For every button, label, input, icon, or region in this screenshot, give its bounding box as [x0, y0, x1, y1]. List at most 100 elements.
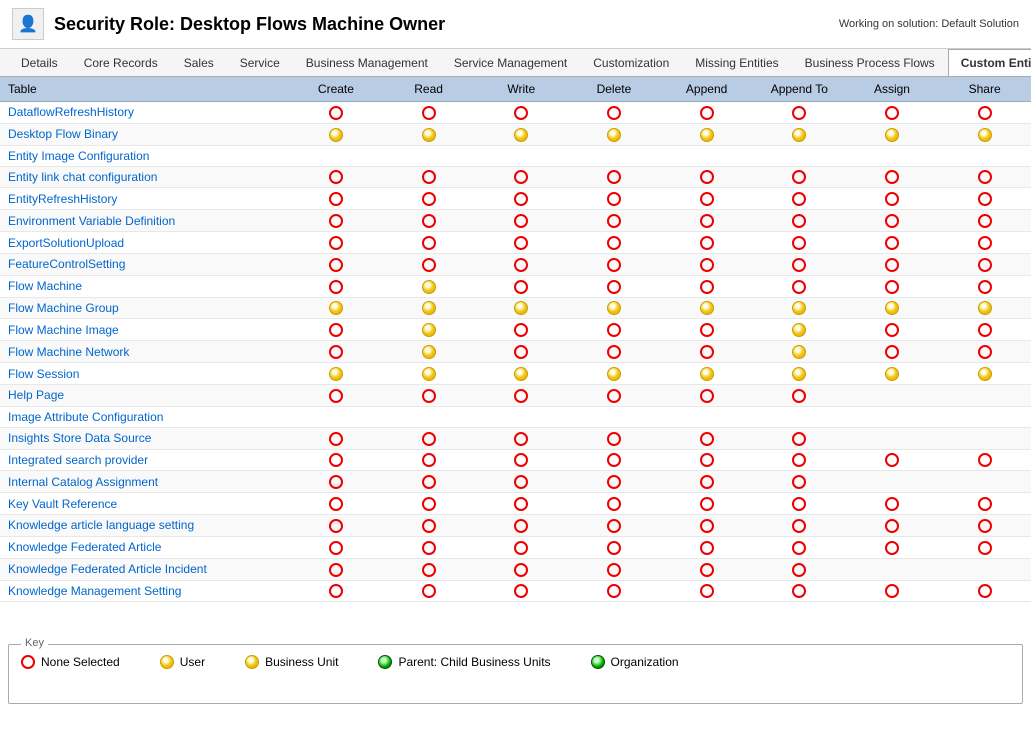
permission-cell[interactable] [382, 363, 475, 385]
permission-cell[interactable] [568, 188, 661, 210]
permission-cell[interactable] [568, 493, 661, 515]
permission-cell[interactable] [568, 341, 661, 363]
user-icon[interactable] [514, 128, 528, 142]
permission-cell[interactable] [382, 471, 475, 493]
none-selected-icon[interactable] [329, 563, 343, 577]
permission-cell[interactable] [846, 145, 939, 166]
table-name-cell[interactable]: Flow Machine Network [0, 341, 290, 363]
permission-cell[interactable] [938, 363, 1031, 385]
permission-cell[interactable] [753, 536, 846, 558]
none-selected-icon[interactable] [978, 106, 992, 120]
none-selected-icon[interactable] [514, 563, 528, 577]
permission-cell[interactable] [753, 515, 846, 537]
user-icon[interactable] [160, 655, 174, 669]
permission-cell[interactable] [846, 102, 939, 124]
permission-cell[interactable] [475, 558, 568, 580]
none-selected-icon[interactable] [514, 497, 528, 511]
none-selected-icon[interactable] [978, 519, 992, 533]
none-selected-icon[interactable] [329, 497, 343, 511]
table-name-cell[interactable]: Desktop Flow Binary [0, 123, 290, 145]
none-selected-icon[interactable] [422, 519, 436, 533]
user-icon[interactable] [792, 345, 806, 359]
permission-cell[interactable] [660, 275, 753, 297]
none-selected-icon[interactable] [514, 475, 528, 489]
permission-cell[interactable] [846, 341, 939, 363]
permission-cell[interactable] [660, 145, 753, 166]
permission-cell[interactable] [938, 341, 1031, 363]
permission-cell[interactable] [938, 297, 1031, 319]
none-selected-icon[interactable] [607, 453, 621, 467]
none-selected-icon[interactable] [607, 280, 621, 294]
none-selected-icon[interactable] [607, 389, 621, 403]
none-selected-icon[interactable] [792, 280, 806, 294]
permission-cell[interactable] [938, 253, 1031, 275]
table-name-cell[interactable]: Knowledge Federated Article [0, 536, 290, 558]
permission-cell[interactable] [753, 427, 846, 449]
none-selected-icon[interactable] [329, 453, 343, 467]
permission-cell[interactable] [475, 210, 568, 232]
user-icon[interactable] [885, 128, 899, 142]
none-selected-icon[interactable] [700, 519, 714, 533]
permission-cell[interactable] [290, 123, 383, 145]
permission-cell[interactable] [475, 406, 568, 427]
permission-cell[interactable] [846, 580, 939, 602]
permission-cell[interactable] [846, 166, 939, 188]
permission-cell[interactable] [382, 319, 475, 341]
none-selected-icon[interactable] [514, 432, 528, 446]
permission-cell[interactable] [475, 253, 568, 275]
permission-cell[interactable] [753, 188, 846, 210]
permission-cell[interactable] [568, 558, 661, 580]
none-selected-icon[interactable] [329, 432, 343, 446]
permission-cell[interactable] [290, 166, 383, 188]
user-icon[interactable] [514, 367, 528, 381]
permission-cell[interactable] [568, 427, 661, 449]
permission-cell[interactable] [753, 123, 846, 145]
permission-cell[interactable] [846, 515, 939, 537]
permission-cell[interactable] [290, 580, 383, 602]
permission-cell[interactable] [660, 449, 753, 471]
none-selected-icon[interactable] [329, 584, 343, 598]
permission-cell[interactable] [568, 319, 661, 341]
permission-cell[interactable] [568, 363, 661, 385]
permission-cell[interactable] [753, 319, 846, 341]
none-selected-icon[interactable] [607, 170, 621, 184]
none-selected-icon[interactable] [21, 655, 35, 669]
table-name-cell[interactable]: Entity Image Configuration [0, 145, 290, 166]
table-name-cell[interactable]: Flow Session [0, 363, 290, 385]
permission-cell[interactable] [382, 123, 475, 145]
permission-cell[interactable] [660, 515, 753, 537]
permission-cell[interactable] [660, 493, 753, 515]
table-name-cell[interactable]: ExportSolutionUpload [0, 232, 290, 254]
none-selected-icon[interactable] [422, 497, 436, 511]
parent-child-bu-icon[interactable] [378, 655, 392, 669]
permission-cell[interactable] [846, 363, 939, 385]
permission-cell[interactable] [938, 427, 1031, 449]
permission-cell[interactable] [938, 188, 1031, 210]
user-icon[interactable] [422, 345, 436, 359]
none-selected-icon[interactable] [978, 258, 992, 272]
none-selected-icon[interactable] [792, 475, 806, 489]
tab-business-process-flows[interactable]: Business Process Flows [792, 49, 948, 76]
permission-cell[interactable] [290, 253, 383, 275]
permission-cell[interactable] [753, 145, 846, 166]
permission-cell[interactable] [753, 166, 846, 188]
none-selected-icon[interactable] [422, 541, 436, 555]
permission-cell[interactable] [753, 449, 846, 471]
none-selected-icon[interactable] [700, 258, 714, 272]
none-selected-icon[interactable] [422, 584, 436, 598]
none-selected-icon[interactable] [422, 192, 436, 206]
none-selected-icon[interactable] [514, 236, 528, 250]
permission-cell[interactable] [382, 145, 475, 166]
none-selected-icon[interactable] [607, 432, 621, 446]
none-selected-icon[interactable] [514, 541, 528, 555]
none-selected-icon[interactable] [514, 214, 528, 228]
permission-cell[interactable] [475, 232, 568, 254]
permission-cell[interactable] [846, 253, 939, 275]
permission-cell[interactable] [568, 253, 661, 275]
permission-cell[interactable] [475, 515, 568, 537]
permission-cell[interactable] [938, 166, 1031, 188]
none-selected-icon[interactable] [978, 541, 992, 555]
table-name-cell[interactable]: Image Attribute Configuration [0, 406, 290, 427]
none-selected-icon[interactable] [329, 541, 343, 555]
user-icon[interactable] [700, 128, 714, 142]
